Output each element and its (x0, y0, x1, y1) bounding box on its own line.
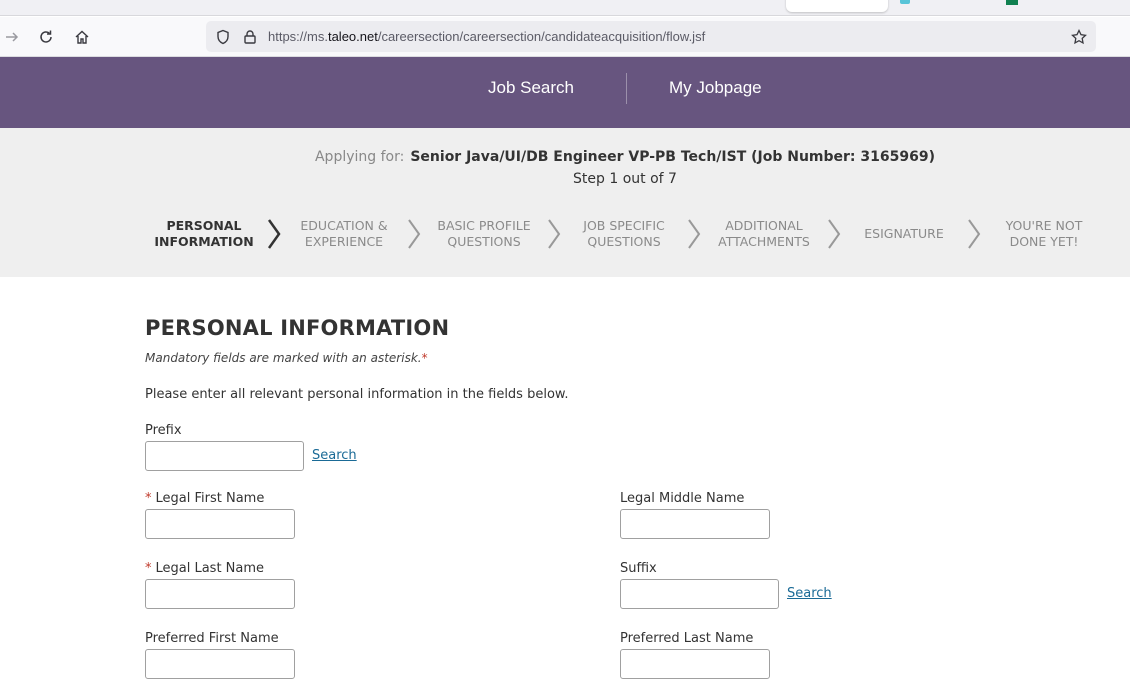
preferred-last-name-label: Preferred Last Name (620, 631, 754, 646)
url-scheme: https://ms. (268, 29, 328, 44)
forward-arrow-icon[interactable] (0, 25, 24, 49)
last-name-label-text: Legal Last Name (155, 561, 265, 576)
last-name-label: * Legal Last Name (145, 561, 264, 576)
preferred-first-name-input[interactable] (145, 649, 295, 679)
applying-for-label: Applying for: (314, 149, 405, 165)
step-label-line1: PERSONAL (166, 218, 242, 233)
first-name-label-text: Legal First Name (155, 491, 265, 506)
browser-toolbar: https://ms.taleo.net/careersection/caree… (0, 17, 1130, 57)
home-icon[interactable] (70, 25, 94, 49)
nav-divider (626, 73, 627, 104)
required-marker: * (145, 491, 152, 506)
lock-icon[interactable] (241, 28, 259, 46)
required-marker: * (421, 351, 428, 365)
prefix-input[interactable] (145, 441, 304, 471)
reload-icon[interactable] (34, 25, 58, 49)
nav-my-jobpage[interactable]: My Jobpage (669, 78, 762, 98)
shield-icon[interactable] (214, 28, 232, 46)
required-marker: * (145, 561, 152, 576)
tab-favicon (1006, 0, 1018, 5)
last-name-input[interactable] (145, 579, 295, 609)
step-esignature: ESIGNATURE (834, 226, 974, 242)
step-label-line2: EXPERIENCE (304, 234, 384, 249)
suffix-search-link[interactable]: Search (787, 586, 832, 601)
url-path: /careersection/careersection/candidateac… (377, 29, 706, 44)
bookmark-star-icon[interactable] (1070, 28, 1088, 46)
preferred-first-name-label: Preferred First Name (145, 631, 279, 646)
step-label-line1: ADDITIONAL (725, 218, 803, 233)
preferred-last-name-input[interactable] (620, 649, 770, 679)
tab-favicon (900, 0, 910, 4)
url-text[interactable]: https://ms.taleo.net/careersection/caree… (268, 29, 705, 44)
suffix-label: Suffix (620, 561, 657, 576)
step-basic-profile-questions: BASIC PROFILE QUESTIONS (414, 218, 554, 250)
step-personal-information: PERSONAL INFORMATION (134, 218, 274, 250)
first-name-input[interactable] (145, 509, 295, 539)
step-label-line2: INFORMATION (154, 234, 254, 249)
step-label-line2: QUESTIONS (587, 234, 661, 249)
job-title: Senior Java/UI/DB Engineer VP-PB Tech/IS… (410, 149, 935, 165)
step-label-line2: QUESTIONS (447, 234, 521, 249)
step-label-line1: YOU'RE NOT (1005, 218, 1083, 233)
step-label-line1: JOB SPECIFIC (583, 218, 665, 233)
step-job-specific-questions: JOB SPECIFIC QUESTIONS (554, 218, 694, 250)
intro-text: Please enter all relevant personal infor… (145, 387, 569, 402)
browser-tab-strip (0, 0, 1130, 16)
mandatory-note: Mandatory fields are marked with an aste… (145, 351, 428, 365)
nav-job-search[interactable]: Job Search (488, 78, 574, 98)
site-header: Job Search My Jobpage (0, 57, 1130, 128)
page-title: PERSONAL INFORMATION (145, 316, 450, 340)
step-label-line1: BASIC PROFILE (437, 218, 531, 233)
step-label-line2: ATTACHMENTS (718, 234, 810, 249)
suffix-input[interactable] (620, 579, 779, 609)
step-label-line1: ESIGNATURE (864, 226, 944, 241)
step-additional-attachments: ADDITIONAL ATTACHMENTS (694, 218, 834, 250)
url-host: taleo.net (327, 29, 378, 44)
prefix-search-link[interactable]: Search (312, 448, 357, 463)
step-indicator: Step 1 out of 7 (573, 171, 677, 187)
step-label-line1: EDUCATION & (300, 218, 388, 233)
application-header: Applying for: Senior Java/UI/DB Engineer … (0, 128, 1130, 277)
step-label-line2: DONE YET! (1009, 234, 1079, 249)
applying-for: Applying for: Senior Java/UI/DB Engineer … (0, 149, 1130, 165)
mandatory-note-text: Mandatory fields are marked with an aste… (145, 351, 422, 365)
step-youre-not-done-yet: YOU'RE NOT DONE YET! (974, 218, 1114, 250)
prefix-label: Prefix (145, 423, 182, 438)
first-name-label: * Legal First Name (145, 491, 264, 506)
middle-name-label: Legal Middle Name (620, 491, 745, 506)
active-browser-tab[interactable] (786, 0, 888, 12)
step-education-experience: EDUCATION & EXPERIENCE (274, 218, 414, 250)
address-bar[interactable]: https://ms.taleo.net/careersection/caree… (206, 21, 1096, 52)
middle-name-input[interactable] (620, 509, 770, 539)
